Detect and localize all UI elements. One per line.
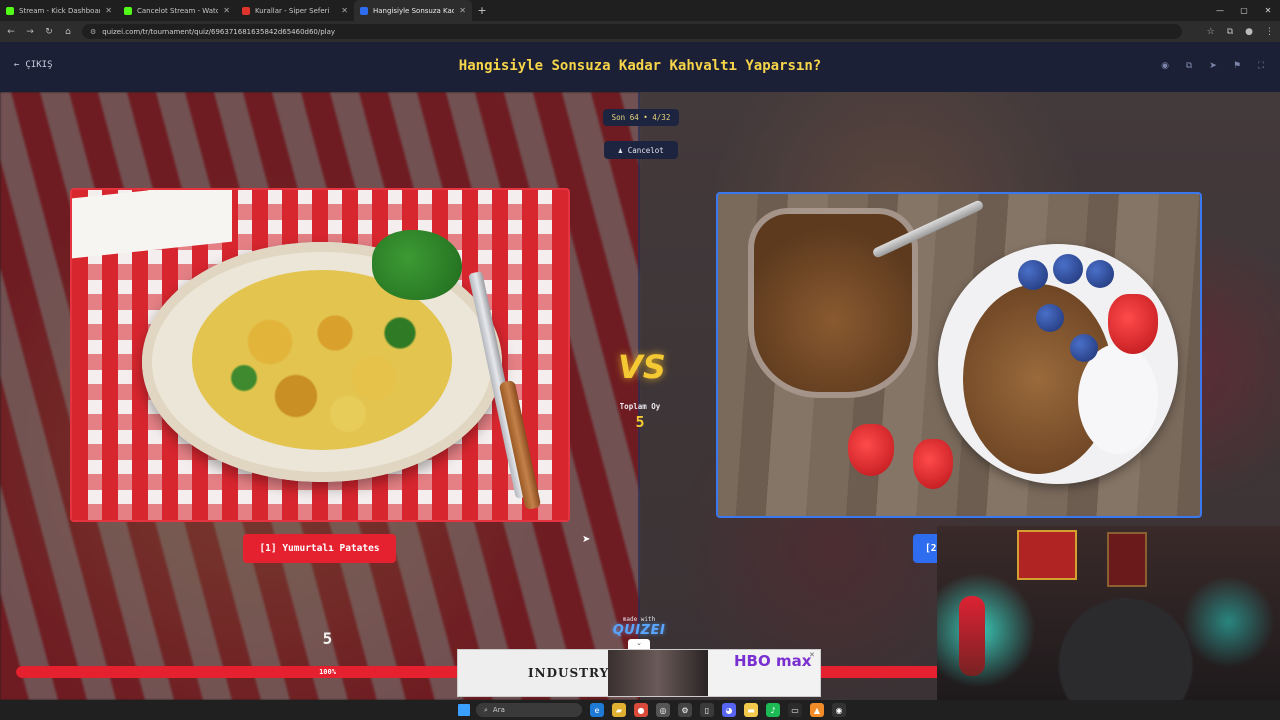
eye-icon[interactable]: ◉ xyxy=(1158,59,1172,73)
browser-tab-active[interactable]: Hangisiyle Sonsuza Kadar Kahv ✕ xyxy=(354,0,472,21)
app-icon[interactable]: ◎ xyxy=(656,703,670,717)
taskbar-apps: e ▰ ● ◎ ⚙ ▯ ◕ ▬ ♪ ▭ ▲ ◉ xyxy=(590,703,846,717)
chevron-down-icon[interactable]: ⌄ xyxy=(628,639,650,649)
sticky-notes-icon[interactable]: ▬ xyxy=(744,703,758,717)
blueberry-image-part xyxy=(1036,304,1064,332)
round-badge: Son 64 • 4/32 xyxy=(603,109,679,126)
strawberry-image-part xyxy=(913,439,953,489)
address-bar[interactable]: ⚙ quizei.com/tr/tournament/quiz/69637168… xyxy=(82,24,1182,39)
browser-tab[interactable]: Kurallar - Siper Seferi ✕ xyxy=(236,0,354,21)
close-window-icon[interactable]: ✕ xyxy=(1256,0,1280,21)
browser-tab[interactable]: Stream - Kick Dashboard ✕ xyxy=(0,0,118,21)
granola-jar-image-part xyxy=(748,208,918,398)
url-text: quizei.com/tr/tournament/quiz/6963716816… xyxy=(102,27,336,36)
strawberry-image-part xyxy=(848,424,894,476)
app-icon[interactable]: ▭ xyxy=(788,703,802,717)
quizei-favicon-icon xyxy=(360,6,368,15)
extensions-icon[interactable]: ⧉ xyxy=(1227,27,1233,37)
microphone-image-part xyxy=(959,596,985,676)
user-icon: ♟ xyxy=(618,145,623,155)
menu-icon[interactable]: ⋮ xyxy=(1265,27,1274,37)
ad-photo xyxy=(608,650,708,696)
quiz-header: ← ÇIKIŞ Hangisiyle Sonsuza Kadar Kahvalt… xyxy=(0,42,1280,92)
blueberry-image-part xyxy=(1086,260,1114,288)
file-icon[interactable]: ▯ xyxy=(700,703,714,717)
chrome-icon[interactable]: ● xyxy=(634,703,648,717)
close-icon[interactable]: ✕ xyxy=(223,6,230,15)
discord-icon[interactable]: ◕ xyxy=(722,703,736,717)
spotify-icon[interactable]: ♪ xyxy=(766,703,780,717)
toolbar-actions: ☆ ⧉ ● ⋮ xyxy=(1207,27,1274,37)
strawberry-image-part xyxy=(1108,294,1158,354)
obs-icon[interactable]: ◉ xyxy=(832,703,846,717)
choice-card-left[interactable] xyxy=(70,188,570,522)
window-controls: — ▢ ✕ xyxy=(1208,0,1280,21)
siper-favicon-icon xyxy=(242,6,250,15)
search-icon: ⌕ xyxy=(484,705,488,714)
tab-title: Cancelot Stream - Watch Live o xyxy=(137,6,219,15)
choice-left-button[interactable]: [1] Yumurtalı Patates xyxy=(243,534,396,563)
back-icon[interactable]: ← xyxy=(6,27,16,37)
app-icon[interactable]: ▲ xyxy=(810,703,824,717)
ad-logo: HBO max xyxy=(734,652,812,670)
close-icon[interactable]: ✕ xyxy=(341,6,348,15)
tab-title: Hangisiyle Sonsuza Kadar Kahv xyxy=(373,6,455,15)
share-icon[interactable]: ➤ xyxy=(1206,59,1220,73)
taskbar-search[interactable]: ⌕ Ara xyxy=(476,703,582,717)
wall-art-image-part xyxy=(1107,532,1147,587)
fullscreen-icon[interactable]: ⛶ xyxy=(1254,59,1268,73)
tab-title: Stream - Kick Dashboard xyxy=(19,6,101,15)
taskbar-search-placeholder: Ara xyxy=(492,706,505,714)
close-icon[interactable]: ✕ xyxy=(459,6,466,15)
link-icon[interactable]: ⧉ xyxy=(1182,59,1196,73)
edge-icon[interactable]: e xyxy=(590,703,604,717)
maximize-icon[interactable]: ▢ xyxy=(1232,0,1256,21)
host-name: Cancelot xyxy=(627,145,664,155)
kick-favicon-icon xyxy=(124,6,132,15)
blueberry-image-part xyxy=(1018,260,1048,290)
browser-tabstrip: Stream - Kick Dashboard ✕ Cancelot Strea… xyxy=(0,0,1280,21)
left-vote-count: 5 xyxy=(322,629,333,648)
windows-taskbar: ⌕ Ara e ▰ ● ◎ ⚙ ▯ ◕ ▬ ♪ ▭ ▲ ◉ xyxy=(0,700,1280,720)
forward-icon[interactable]: → xyxy=(25,27,35,37)
mouse-cursor-icon: ➤ xyxy=(582,534,591,545)
napkin-image-part xyxy=(72,190,232,259)
reload-icon[interactable]: ↻ xyxy=(44,27,54,37)
new-tab-icon[interactable]: + xyxy=(472,0,492,21)
tab-title: Kurallar - Siper Seferi xyxy=(255,6,330,15)
close-icon[interactable]: ✕ xyxy=(809,651,818,660)
ad-title: INDUSTRY xyxy=(528,666,610,680)
kick-favicon-icon xyxy=(6,6,14,15)
home-icon[interactable]: ⌂ xyxy=(63,27,73,37)
webcam-overlay xyxy=(937,526,1280,700)
blueberry-image-part xyxy=(1053,254,1083,284)
advertisement-banner[interactable]: INDUSTRY HBO max ✕ xyxy=(457,649,821,697)
site-info-icon[interactable]: ⚙ xyxy=(90,28,96,36)
settings-icon[interactable]: ⚙ xyxy=(678,703,692,717)
page-title: Hangisiyle Sonsuza Kadar Kahvaltı Yapars… xyxy=(458,58,822,74)
windows-start-icon[interactable] xyxy=(458,704,470,716)
bookmark-star-icon[interactable]: ☆ xyxy=(1207,27,1215,37)
host-badge: ♟ Cancelot xyxy=(604,141,678,159)
browser-tab[interactable]: Cancelot Stream - Watch Live o ✕ xyxy=(118,0,236,21)
folder-icon[interactable]: ▰ xyxy=(612,703,626,717)
browser-toolbar: ← → ↻ ⌂ ⚙ quizei.com/tr/tournament/quiz/… xyxy=(0,21,1280,42)
vs-icon: VS xyxy=(618,348,666,386)
made-with-badge[interactable]: made with QUIZEI xyxy=(608,616,670,638)
made-with-text: made with xyxy=(622,616,656,623)
close-icon[interactable]: ✕ xyxy=(105,6,112,15)
vote-progress-label: 100% xyxy=(319,668,336,676)
quizei-logo: QUIZEI xyxy=(612,623,666,638)
total-votes-label: Toplam Oy xyxy=(619,402,661,411)
flag-icon[interactable]: ⚑ xyxy=(1230,59,1244,73)
profile-icon[interactable]: ● xyxy=(1245,27,1253,37)
blueberry-image-part xyxy=(1070,334,1098,362)
header-actions: ◉ ⧉ ➤ ⚑ ⛶ xyxy=(1158,59,1268,73)
wall-art-image-part xyxy=(1017,530,1077,580)
parsley-image-part xyxy=(372,230,462,300)
minimize-icon[interactable]: — xyxy=(1208,0,1232,21)
total-votes-value: 5 xyxy=(635,413,645,431)
choice-card-right[interactable] xyxy=(716,192,1202,518)
